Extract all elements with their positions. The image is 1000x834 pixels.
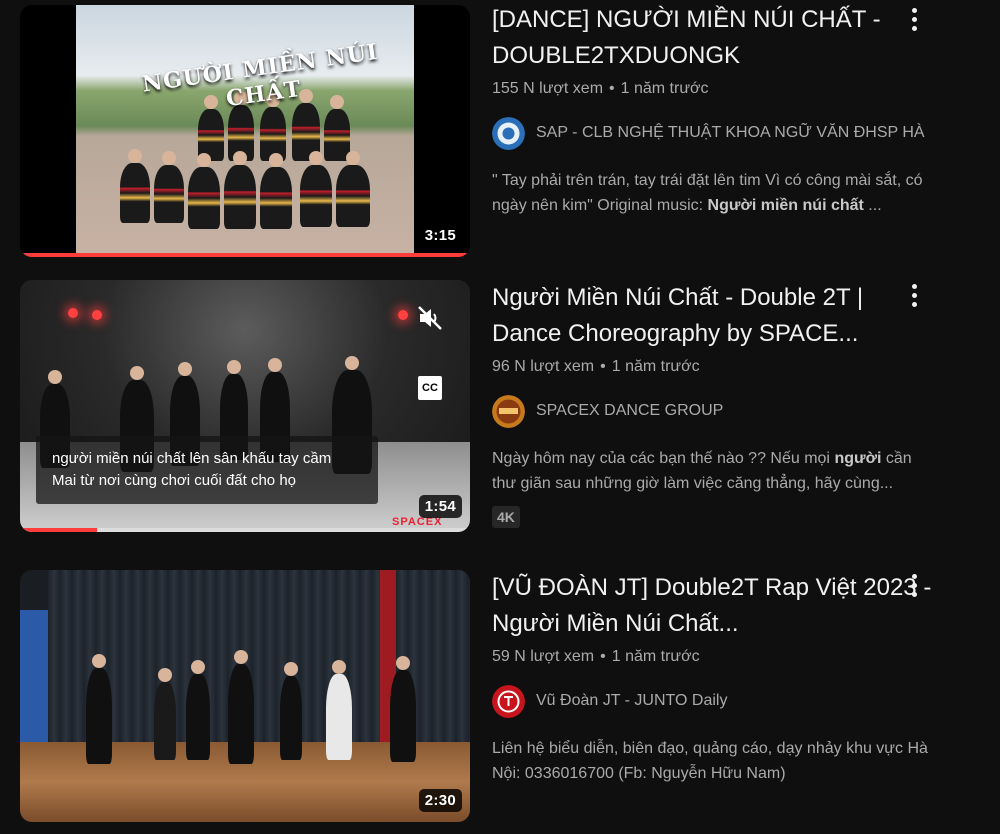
channel-link[interactable]: SPACEX DANCE GROUP [492, 394, 937, 428]
dot-icon [911, 17, 917, 22]
stage-light [92, 310, 102, 320]
video-result[interactable]: NGƯỜI MIỀN NÚI CHẤT 3:15 [DANCE] NGƯỜI M… [0, 0, 1000, 262]
dancer-figure [224, 151, 256, 229]
duration-badge: 1:54 [418, 495, 462, 518]
view-count: 96 N lượt xem [492, 358, 595, 375]
dot-icon [911, 583, 917, 588]
video-info: [DANCE] NGƯỜI MIỀN NÚI CHẤT - DOUBLE2TXD… [492, 2, 937, 218]
quality-badge: 4K [492, 506, 520, 528]
stage-light [68, 308, 78, 318]
watch-progress-bar [20, 253, 470, 257]
dot-icon [911, 574, 917, 579]
video-info: Người Miền Núi Chất - Double 2T | Dance … [492, 280, 937, 528]
video-title[interactable]: [VŨ ĐOÀN JT] Double2T Rap Việt 2023 - Ng… [492, 570, 937, 642]
channel-avatar[interactable] [492, 684, 525, 718]
dancer-figure [336, 151, 370, 227]
video-meta: 155 N lượt xem • 1 năm trước [492, 78, 937, 100]
dancer-figure [390, 656, 416, 762]
dot-icon [911, 293, 917, 298]
mute-icon[interactable] [416, 304, 444, 332]
channel-link[interactable]: Vũ Đoàn JT - JUNTO Daily [492, 684, 937, 718]
dancer-figure [280, 662, 302, 760]
duration-badge: 3:15 [418, 224, 462, 247]
duration-badge: 2:30 [418, 789, 462, 812]
dot-icon [911, 8, 917, 13]
dancer-figure [326, 660, 352, 760]
more-options-button[interactable] [902, 284, 926, 312]
channel-link[interactable]: SAP - CLB NGHỆ THUẬT KHOA NGỮ VĂN ĐHSP H… [492, 116, 937, 150]
channel-avatar[interactable] [492, 116, 525, 150]
dot-icon [911, 592, 917, 597]
upload-age: 1 năm trước [611, 358, 700, 375]
view-count: 59 N lượt xem [492, 648, 595, 665]
video-description: Liên hệ biểu diễn, biên đạo, quảng cáo, … [492, 740, 928, 782]
letterbox-right [414, 5, 470, 257]
video-thumbnail[interactable]: NGƯỜI MIỀN NÚI CHẤT 3:15 [20, 5, 470, 257]
video-description: " Tay phải trên trán, tay trái đặt lên t… [492, 172, 923, 214]
separator-dot: • [609, 80, 615, 97]
closed-captions-icon[interactable]: CC [418, 376, 442, 400]
dancer-figure [120, 149, 150, 223]
dancer-figure [228, 650, 254, 764]
letterbox-left [20, 5, 76, 257]
video-thumbnail[interactable]: người miền núi chất lên sân khấu tay cầm… [20, 280, 470, 532]
dancer-figure [154, 151, 184, 223]
watch-progress-bar [20, 528, 470, 532]
more-options-button[interactable] [902, 8, 926, 36]
subtitle-overlay: người miền núi chất lên sân khấu tay cầm… [36, 436, 378, 504]
upload-age: 1 năm trước [620, 80, 709, 97]
dot-icon [911, 284, 917, 289]
video-thumbnail[interactable]: 2:30 [20, 570, 470, 822]
blue-panel [20, 610, 48, 760]
view-count: 155 N lượt xem [492, 80, 604, 97]
video-result[interactable]: 2:30 [VŨ ĐOÀN JT] Double2T Rap Việt 2023… [0, 570, 1000, 834]
dancer-figure [186, 660, 210, 760]
video-title[interactable]: [DANCE] NGƯỜI MIỀN NÚI CHẤT - DOUBLE2TXD… [492, 2, 937, 74]
stage-light [398, 310, 408, 320]
dot-icon [911, 26, 917, 31]
video-meta: 59 N lượt xem • 1 năm trước [492, 646, 937, 668]
dancer-figure [300, 151, 332, 227]
separator-dot: • [600, 358, 606, 375]
channel-name[interactable]: SPACEX DANCE GROUP [536, 402, 723, 420]
channel-avatar[interactable] [492, 394, 525, 428]
separator-dot: • [600, 648, 606, 665]
video-info: [VŨ ĐOÀN JT] Double2T Rap Việt 2023 - Ng… [492, 570, 937, 786]
upload-age: 1 năm trước [611, 648, 700, 665]
dancer-figure [260, 153, 292, 229]
dancer-figure [324, 95, 350, 161]
video-result[interactable]: người miền núi chất lên sân khấu tay cầm… [0, 278, 1000, 534]
video-title[interactable]: Người Miền Núi Chất - Double 2T | Dance … [492, 280, 937, 352]
channel-name[interactable]: Vũ Đoàn JT - JUNTO Daily [536, 692, 727, 710]
dot-icon [911, 302, 917, 307]
more-options-button[interactable] [902, 574, 926, 602]
dancer-figure [188, 153, 220, 229]
channel-name[interactable]: SAP - CLB NGHỆ THUẬT KHOA NGỮ VĂN ĐHSP H… [536, 124, 925, 142]
dancer-figure [86, 654, 112, 764]
dancer-figure [154, 668, 176, 760]
watch-progress-fill [20, 253, 470, 257]
video-description: Ngày hôm nay của các bạn thế nào ?? Nếu … [492, 450, 912, 492]
watch-progress-fill [20, 528, 97, 532]
video-meta: 96 N lượt xem • 1 năm trước [492, 356, 937, 378]
